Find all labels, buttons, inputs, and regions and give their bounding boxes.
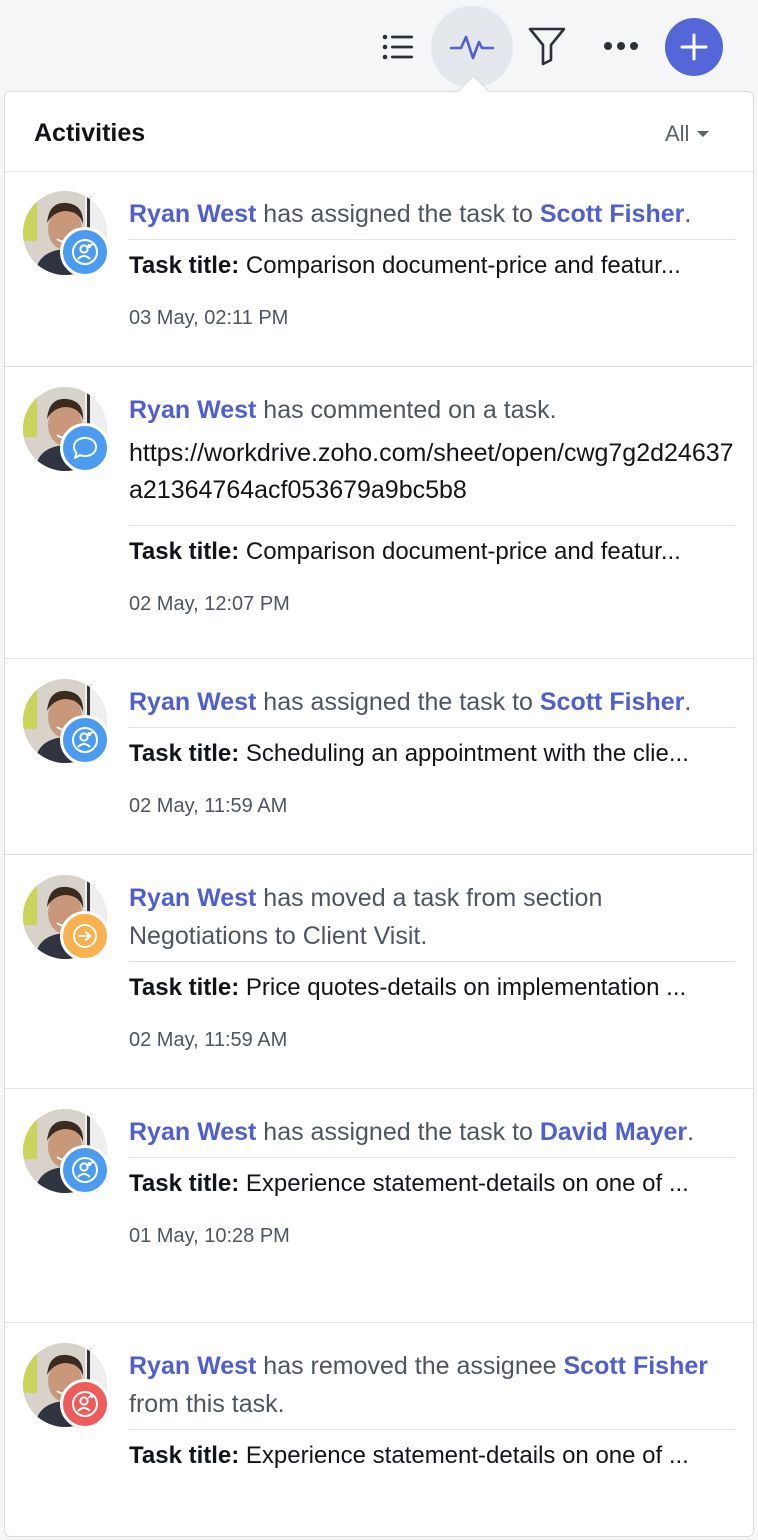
action-suffix: . bbox=[684, 688, 692, 716]
actor-link[interactable]: Ryan West bbox=[129, 1352, 256, 1380]
activity-headline: Ryan West has assigned the task to David… bbox=[129, 1113, 735, 1151]
divider bbox=[129, 1429, 735, 1430]
toolbar bbox=[0, 0, 758, 92]
filter-select-value: All bbox=[665, 121, 690, 146]
task-title-line[interactable]: Task title: Experience statement-details… bbox=[129, 1168, 735, 1200]
activity-item: Ryan West has assigned the task to David… bbox=[5, 1089, 753, 1323]
assign-icon bbox=[72, 1157, 98, 1183]
activity-filter-select[interactable]: All bbox=[665, 121, 710, 147]
actor-link[interactable]: Ryan West bbox=[129, 396, 256, 424]
activity-icon bbox=[450, 35, 494, 60]
timestamp: 02 May, 11:59 AM bbox=[129, 795, 288, 817]
activity-content: Ryan West has moved a task from section … bbox=[129, 879, 735, 1052]
activity-content: Ryan West has assigned the task to Scott… bbox=[129, 683, 735, 818]
task-title-line[interactable]: Task title: Price quotes-details on impl… bbox=[129, 972, 735, 1004]
task-title: Experience statement-details on one of .… bbox=[245, 1442, 689, 1469]
task-title-label: Task title: bbox=[129, 1170, 240, 1197]
activity-content: Ryan West has assigned the task to David… bbox=[129, 1113, 735, 1248]
chevron-down-icon bbox=[697, 131, 710, 137]
panel-title: Activities bbox=[34, 119, 146, 147]
unassign-badge bbox=[60, 1379, 110, 1429]
task-title-label: Task title: bbox=[129, 252, 240, 279]
move-badge bbox=[60, 911, 110, 961]
action-suffix: from this task. bbox=[129, 1390, 285, 1418]
filter-icon bbox=[528, 27, 566, 66]
timestamp: 03 May, 02:11 PM bbox=[129, 307, 289, 329]
action-text: has removed the assignee bbox=[256, 1352, 564, 1380]
activity-item: Ryan West has commented on a task. https… bbox=[5, 367, 753, 659]
activities-panel: Activities All Ryan West has assigned th… bbox=[4, 91, 754, 1537]
actor-link[interactable]: Ryan West bbox=[129, 884, 256, 912]
action-suffix: . bbox=[687, 1118, 695, 1146]
task-title: Price quotes-details on implementation .… bbox=[245, 974, 687, 1001]
timestamp: 02 May, 11:59 AM bbox=[129, 1029, 288, 1051]
assign-badge bbox=[60, 1145, 110, 1195]
task-title-label: Task title: bbox=[129, 740, 240, 767]
action-suffix: . bbox=[684, 200, 692, 228]
assign-icon bbox=[72, 727, 98, 753]
activity-item: Ryan West has moved a task from section … bbox=[5, 855, 753, 1089]
task-title-line[interactable]: Task title: Comparison document-price an… bbox=[129, 536, 735, 568]
panel-header: Activities All bbox=[5, 92, 753, 172]
filter-button[interactable] bbox=[520, 20, 574, 72]
activity-content: Ryan West has assigned the task to Scott… bbox=[129, 195, 735, 330]
list-icon bbox=[382, 34, 413, 60]
action-text: has commented on a task. bbox=[256, 396, 557, 424]
divider bbox=[129, 239, 735, 240]
task-title: Comparison document-price and featur... bbox=[245, 538, 681, 565]
comment-badge bbox=[60, 423, 110, 473]
activity-headline: Ryan West has moved a task from section … bbox=[129, 879, 735, 955]
timestamp: 01 May, 10:28 PM bbox=[129, 1225, 290, 1247]
activity-headline: Ryan West has removed the assignee Scott… bbox=[129, 1347, 735, 1423]
target-link[interactable]: Scott Fisher bbox=[564, 1352, 708, 1380]
assign-icon bbox=[72, 239, 98, 265]
target-link[interactable]: Scott Fisher bbox=[540, 688, 684, 716]
unassign-icon bbox=[72, 1391, 98, 1417]
activity-item: Ryan West has assigned the task to Scott… bbox=[5, 171, 753, 367]
action-text: has assigned the task to bbox=[256, 200, 540, 228]
target-link[interactable]: David Mayer bbox=[540, 1118, 687, 1146]
action-text: has assigned the task to bbox=[256, 1118, 540, 1146]
move-icon bbox=[73, 924, 97, 948]
add-button[interactable] bbox=[665, 18, 723, 76]
task-title-label: Task title: bbox=[129, 974, 240, 1001]
divider bbox=[129, 525, 735, 526]
activity-content: Ryan West has commented on a task. https… bbox=[129, 391, 735, 616]
task-title-label: Task title: bbox=[129, 1442, 240, 1469]
activity-headline: Ryan West has commented on a task. bbox=[129, 391, 735, 429]
activity-item: Ryan West has removed the assignee Scott… bbox=[5, 1323, 753, 1536]
actor-link[interactable]: Ryan West bbox=[129, 688, 256, 716]
assign-badge bbox=[60, 715, 110, 765]
divider bbox=[129, 727, 735, 728]
comment-icon bbox=[73, 437, 97, 459]
activity-headline: Ryan West has assigned the task to Scott… bbox=[129, 195, 735, 233]
task-title-label: Task title: bbox=[129, 538, 240, 565]
activity-content: Ryan West has removed the assignee Scott… bbox=[129, 1347, 735, 1472]
activity-headline: Ryan West has assigned the task to Scott… bbox=[129, 683, 735, 721]
list-view-button[interactable] bbox=[372, 22, 424, 72]
divider bbox=[129, 1157, 735, 1158]
assign-badge bbox=[60, 227, 110, 277]
task-title: Comparison document-price and featur... bbox=[245, 252, 681, 279]
task-title-line[interactable]: Task title: Experience statement-details… bbox=[129, 1440, 735, 1472]
action-text: has assigned the task to bbox=[256, 688, 540, 716]
more-options-button[interactable] bbox=[594, 20, 648, 72]
more-icon bbox=[604, 42, 638, 50]
activity-item: Ryan West has assigned the task to Scott… bbox=[5, 659, 753, 855]
divider bbox=[129, 961, 735, 962]
add-icon bbox=[680, 33, 708, 61]
target-link[interactable]: Scott Fisher bbox=[540, 200, 684, 228]
comment-body[interactable]: https://workdrive.zoho.com/sheet/open/cw… bbox=[129, 435, 735, 509]
actor-link[interactable]: Ryan West bbox=[129, 1118, 256, 1146]
actor-link[interactable]: Ryan West bbox=[129, 200, 256, 228]
task-title-line[interactable]: Task title: Scheduling an appointment wi… bbox=[129, 738, 735, 770]
task-title-line[interactable]: Task title: Comparison document-price an… bbox=[129, 250, 735, 282]
task-title: Experience statement-details on one of .… bbox=[245, 1170, 689, 1197]
timestamp: 02 May, 12:07 PM bbox=[129, 593, 290, 615]
task-title: Scheduling an appointment with the clie.… bbox=[245, 740, 689, 767]
